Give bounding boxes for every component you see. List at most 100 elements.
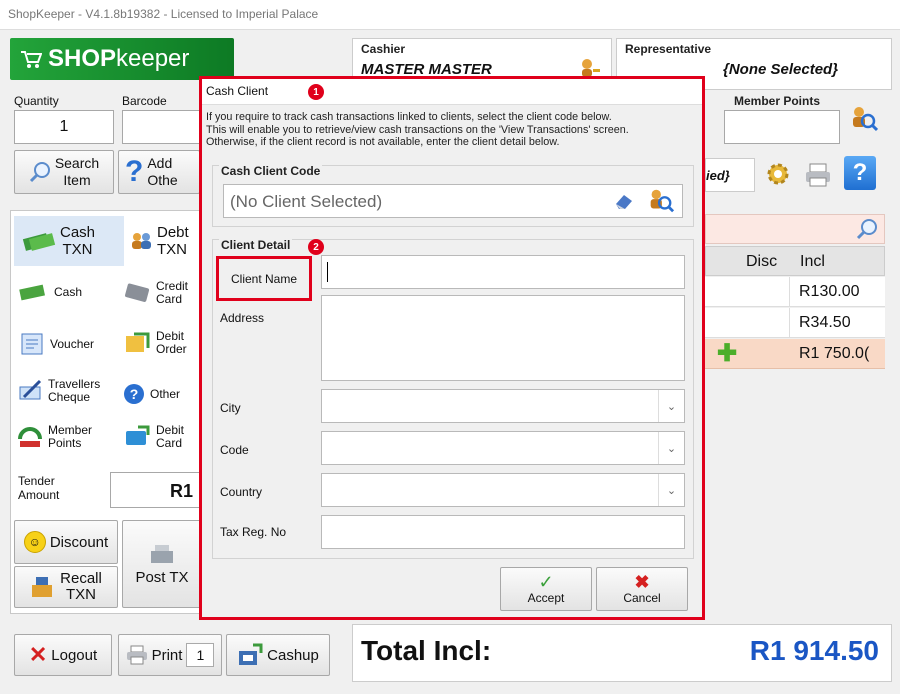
tender-label-line1: Tender [18,474,55,488]
selected-client-field: ied} [705,158,755,192]
tax-reg-input[interactable] [321,515,685,549]
search-item-line2: Item [63,172,91,188]
country-select[interactable]: ⌄ [321,473,685,507]
cancel-label: Cancel [623,591,661,605]
cash-client-dialog: Cash Client 1 If you require to track ca… [199,76,705,620]
payment-voucher-label: Voucher [50,337,95,351]
payment-travellers-cheque[interactable]: Travellers Cheque [18,378,100,404]
cashier-label: Cashier [361,42,406,56]
payment-other-label: Other [150,387,181,401]
payment-cash-label: Cash [54,285,83,299]
cash-icon [19,284,45,301]
accept-button[interactable]: ✓ Accept [500,567,592,611]
annotation-badge-1: 1 [308,84,324,100]
recall-register-icon [32,577,53,597]
client-name-input[interactable] [321,255,685,289]
magnifier-icon [29,162,50,183]
debit-order-icon [126,332,150,352]
payment-debit-order[interactable]: Debit Order [124,330,187,356]
payment-debit-card[interactable]: Debit Card [124,424,184,450]
payment-other[interactable]: ? Other [124,384,180,404]
search-item-line1: Search [54,155,100,171]
tender-amount-value: R1 [169,481,193,501]
payment-member-line2: Points [48,436,82,450]
client-name-label: Client Name [230,271,298,286]
client-name-label-box: Client Name [216,256,312,301]
discount-button[interactable]: ☺ Discount [14,520,118,564]
cashup-button[interactable]: Cashup [226,634,330,676]
total-label: Total Incl: [361,635,492,666]
dialog-title: Cash Client [206,84,269,98]
discount-label: Discount [49,533,109,551]
payment-cash[interactable]: Cash [18,282,82,302]
debit-card-icon [126,425,150,445]
row-incl: R1 750.0( [799,345,870,362]
member-points-field [724,110,840,144]
help-icon[interactable]: ? [844,156,876,190]
debt-txn-tab[interactable]: Debt TXN [130,216,200,266]
address-label: Address [220,311,265,325]
table-row[interactable]: R34.50 [705,308,885,338]
print-copies-field[interactable]: 1 [186,643,215,667]
payment-debit-card-line2: Card [156,436,183,450]
cashup-icon [239,643,263,665]
text-cursor [327,262,328,282]
print-button[interactable]: Print 1 [118,634,222,676]
quantity-label: Quantity [14,94,59,108]
grid-search-icon[interactable] [856,218,878,240]
tender-amount-field[interactable]: R1 [110,472,200,508]
question-circle-icon: ? [124,384,144,404]
cash-register-icon [151,544,173,563]
question-icon: ? [125,155,144,188]
add-plus-icon[interactable]: ✚ [717,339,737,368]
client-lookup-icon[interactable] [646,187,674,215]
client-code-group: Cash Client Code (No Client Selected) [212,164,694,227]
city-dropdown-icon[interactable]: ⌄ [658,390,684,422]
payment-travellers-line2: Cheque [48,390,91,404]
city-label: City [220,401,241,415]
payment-member-points[interactable]: Member Points [16,424,92,450]
country-label: Country [220,485,263,499]
cheque-pen-icon [19,379,42,400]
post-txn-button[interactable]: Post TX [122,520,202,608]
address-input[interactable] [321,295,685,381]
settings-gear-icon[interactable] [764,160,792,188]
code-dropdown-icon[interactable]: ⌄ [658,432,684,464]
eraser-icon[interactable] [614,192,636,210]
printer-icon[interactable] [804,162,832,188]
cash-txn-tab[interactable]: Cash TXN [14,216,124,266]
cash-txn-line1: Cash [60,224,96,241]
header-incl: Incl [800,253,825,270]
country-dropdown-icon[interactable]: ⌄ [658,474,684,506]
add-other-line2: Othe [147,172,178,188]
recall-txn-button[interactable]: Recall TXN [14,566,118,608]
tender-label-line2: Amount [18,488,60,502]
client-code-field[interactable]: (No Client Selected) [223,184,683,218]
client-code-label: Cash Client Code [219,164,323,178]
table-row-selected[interactable]: ✚ R1 750.0( [705,339,885,369]
voucher-icon [21,333,43,355]
x-icon: ✕ [28,642,48,667]
credit-card-icon [125,283,150,302]
item-search-bar[interactable] [705,214,885,244]
city-select[interactable]: ⌄ [321,389,685,423]
member-points-label: Member Points [734,94,821,108]
add-other-button[interactable]: ? Add Othe [118,150,200,194]
code-label: Code [220,443,249,457]
search-item-button[interactable]: Search Item [14,150,114,194]
smiley-icon: ☺ [23,531,46,553]
logout-button[interactable]: ✕ Logout [14,634,112,676]
accept-label: Accept [527,591,565,605]
quantity-field[interactable]: 1 [14,110,114,144]
table-row[interactable]: R130.00 [705,277,885,307]
shopkeeper-logo: SHOP keeper [10,38,234,80]
member-search-icon[interactable] [848,104,878,134]
payment-voucher[interactable]: Voucher [20,332,94,356]
total-value: R1 914.50 [749,635,879,666]
payment-credit-card[interactable]: Credit Card [124,280,188,306]
info-line-1: If you require to track cash transaction… [206,111,612,123]
logo-brand-bold: SHOP [48,45,117,72]
cancel-button[interactable]: ✖ Cancel [596,567,688,611]
code-select[interactable]: ⌄ [321,431,685,465]
representative-value: {None Selected} [723,61,839,78]
